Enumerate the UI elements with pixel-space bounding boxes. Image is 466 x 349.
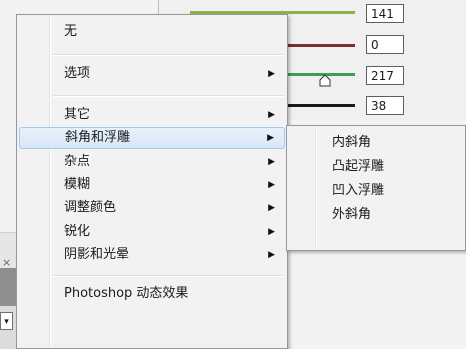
submenu-item-label: 凸起浮雕 [332,159,385,174]
triangle-right-icon: ▶ [268,157,275,167]
submenu-item-label: 凹入浮雕 [332,183,385,198]
value-field-4[interactable]: 38 [366,96,404,115]
menu-item-label: 阴影和光晕 [64,247,130,262]
value-field-2[interactable]: 0 [366,35,404,54]
menu-item-sharpen[interactable]: 锐化 ▶ [19,221,285,243]
menu-item-label: 无 [64,24,78,39]
close-icon[interactable]: × [2,256,11,269]
menu-item-photoshop-live-effects[interactable]: Photoshop 动态效果 [19,283,285,305]
menu-item-none[interactable]: 无 [19,21,285,43]
menu-item-blur[interactable]: 模糊 ▶ [19,174,285,196]
menu-item-bevel-emboss[interactable]: 斜角和浮雕 ▶ [19,127,285,149]
menu-item-noise[interactable]: 杂点 ▶ [19,151,285,173]
slider-thumb-icon[interactable] [318,74,332,88]
menu-item-label: 选项 [64,66,91,81]
submenu-item-inner-bevel[interactable]: 内斜角 [289,132,463,154]
left-panel-strip-dark [0,268,16,306]
menu-item-label: 模糊 [64,177,91,192]
bevel-emboss-submenu: 内斜角 凸起浮雕 凹入浮雕 外斜角 [286,125,466,251]
menu-item-label: Photoshop 动态效果 [64,286,189,301]
submenu-item-outer-bevel[interactable]: 外斜角 [289,204,463,226]
menu-item-label: 锐化 [64,224,91,239]
menu-separator [53,95,284,97]
effects-context-menu: 无 选项 ▶ 其它 ▶ 斜角和浮雕 ▶ 杂点 ▶ 模糊 ▶ 调整颜色 ▶ 锐化 … [16,14,288,349]
menu-item-adjust-color[interactable]: 调整颜色 ▶ [19,197,285,219]
submenu-item-pillow-emboss[interactable]: 凹入浮雕 [289,180,463,202]
triangle-right-icon: ▶ [268,69,275,79]
triangle-right-icon: ▶ [268,227,275,237]
menu-item-label: 杂点 [64,154,91,169]
submenu-item-emboss[interactable]: 凸起浮雕 [289,156,463,178]
chevron-down-icon[interactable]: ▾ [0,312,13,330]
menu-item-label: 调整颜色 [64,200,117,215]
triangle-right-icon: ▶ [268,180,275,190]
menu-separator [53,54,284,56]
menu-item-label: 其它 [64,107,91,122]
value-field-1[interactable]: 141 [366,4,404,23]
submenu-item-label: 外斜角 [332,207,372,222]
triangle-right-icon: ▶ [268,250,275,260]
triangle-right-icon: ▶ [267,133,274,143]
menu-item-label: 斜角和浮雕 [65,130,131,145]
menu-item-other[interactable]: 其它 ▶ [19,104,285,126]
menu-item-shadow-glow[interactable]: 阴影和光晕 ▶ [19,244,285,266]
value-field-3[interactable]: 217 [366,66,404,85]
triangle-right-icon: ▶ [268,203,275,213]
menu-separator [53,275,284,277]
menu-item-options[interactable]: 选项 ▶ [19,63,285,85]
submenu-item-label: 内斜角 [332,135,372,150]
triangle-right-icon: ▶ [268,110,275,120]
